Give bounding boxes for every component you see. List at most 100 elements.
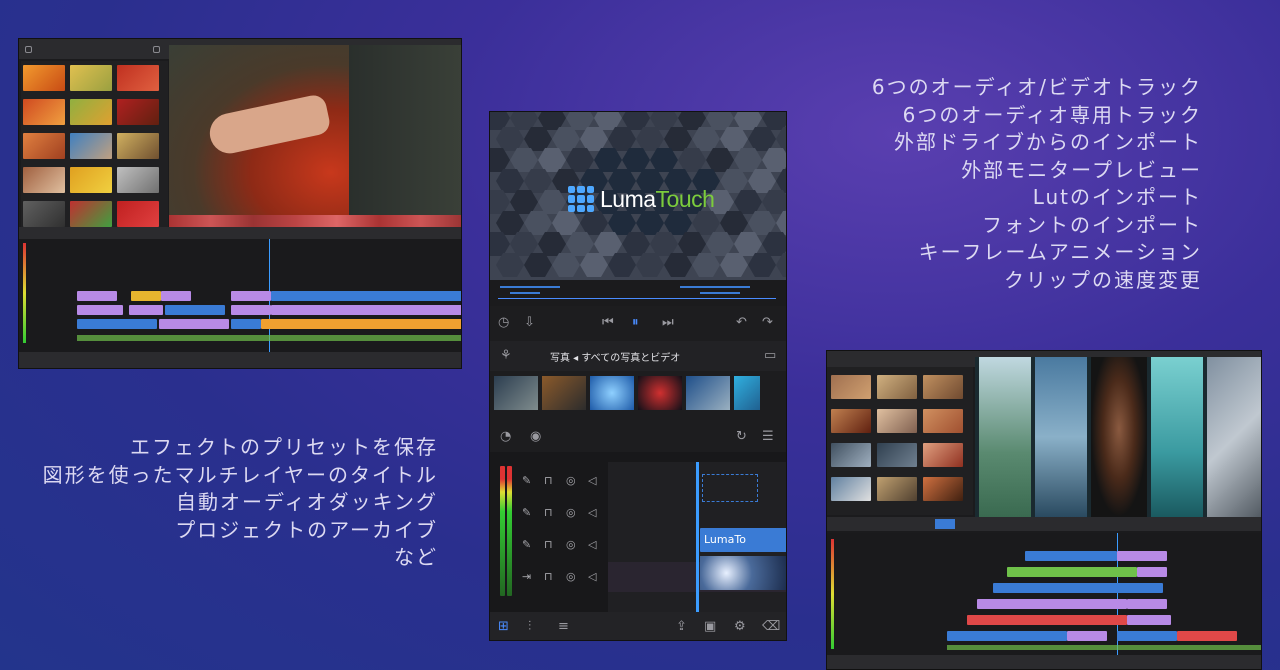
refresh-icon[interactable]: ↻: [736, 430, 747, 443]
media-thumb[interactable]: [877, 477, 917, 501]
media-thumb[interactable]: [831, 375, 871, 399]
skip-back-icon[interactable]: ⏮: [602, 316, 614, 329]
timeline-clip[interactable]: [131, 291, 161, 301]
timeline-clip[interactable]: [1067, 631, 1107, 641]
tracks-icon[interactable]: ⫶: [528, 620, 531, 633]
media-thumb[interactable]: [831, 477, 871, 501]
timeline-clip[interactable]: [129, 305, 163, 315]
media-thumb[interactable]: [877, 375, 917, 399]
media-source-title[interactable]: 写真 ◂ すべての写真とビデオ: [550, 349, 680, 364]
eye-icon[interactable]: ◎: [566, 570, 576, 583]
media-thumb[interactable]: [117, 133, 159, 159]
play-icon[interactable]: ⏸: [632, 316, 639, 329]
timeline-clip[interactable]: [231, 319, 261, 329]
speaker-icon[interactable]: ◁: [588, 506, 596, 519]
timeline-clip[interactable]: [977, 599, 1127, 609]
media-thumb[interactable]: [70, 201, 112, 227]
media-thumb[interactable]: [734, 376, 760, 410]
back-icon[interactable]: [25, 46, 32, 53]
timeline-clip[interactable]: [161, 291, 191, 301]
lock-icon[interactable]: ⊓: [544, 506, 553, 519]
preview-viewer[interactable]: LumaTouch: [490, 112, 786, 280]
timeline-clip[interactable]: [1025, 551, 1117, 561]
list-icon[interactable]: ≡: [558, 620, 569, 633]
timeline-clip[interactable]: [261, 319, 461, 329]
timeline-clip[interactable]: [967, 615, 1127, 625]
timeline-clip[interactable]: [993, 583, 1163, 593]
playhead[interactable]: [696, 462, 699, 612]
media-thumb[interactable]: [877, 443, 917, 467]
media-thumb[interactable]: [23, 167, 65, 193]
media-thumb[interactable]: [23, 99, 65, 125]
timeline-clip[interactable]: [1137, 567, 1167, 577]
media-thumb[interactable]: [70, 99, 112, 125]
menu-icon[interactable]: ☰: [762, 430, 774, 443]
media-thumb[interactable]: [686, 376, 730, 410]
speaker-icon[interactable]: ◁: [588, 538, 596, 551]
media-thumb[interactable]: [70, 167, 112, 193]
media-thumb[interactable]: [923, 375, 963, 399]
media-thumb[interactable]: [542, 376, 586, 410]
edit-icon[interactable]: ✎: [522, 506, 531, 519]
scrub-bar[interactable]: [490, 280, 786, 306]
timeline-clip[interactable]: [947, 631, 1067, 641]
timeline-clip[interactable]: [165, 305, 225, 315]
media-thumb[interactable]: [877, 409, 917, 433]
media-thumb[interactable]: [23, 201, 65, 227]
media-thumb[interactable]: [638, 376, 682, 410]
timeline-clip[interactable]: [231, 305, 271, 315]
timeline-clip[interactable]: [271, 305, 461, 315]
media-thumb[interactable]: [23, 65, 65, 91]
eye-icon[interactable]: ◎: [566, 474, 576, 487]
video-clip[interactable]: [700, 556, 786, 590]
settings-icon[interactable]: ⚙: [734, 620, 746, 633]
lock-icon[interactable]: ⊓: [544, 474, 553, 487]
media-thumb[interactable]: [117, 201, 159, 227]
tab-active[interactable]: [935, 519, 955, 529]
mute-icon[interactable]: ⇥: [522, 570, 531, 583]
eye-icon[interactable]: ◎: [566, 506, 576, 519]
settings-icon[interactable]: [153, 46, 160, 53]
media-thumb[interactable]: [831, 443, 871, 467]
lock-icon[interactable]: ⊓: [544, 570, 553, 583]
media-thumb[interactable]: [923, 443, 963, 467]
timeline-clip[interactable]: [1127, 615, 1171, 625]
export-icon[interactable]: ⇩: [524, 316, 535, 329]
undo-icon[interactable]: ◷: [498, 316, 509, 329]
collapse-icon[interactable]: ▭: [764, 349, 776, 362]
timeline-clip[interactable]: [1127, 599, 1167, 609]
filmstrip[interactable]: [169, 215, 461, 227]
media-thumb[interactable]: [70, 133, 112, 159]
lock-icon[interactable]: ⊓: [544, 538, 553, 551]
undo-arrow-icon[interactable]: ↶: [736, 316, 747, 329]
speaker-icon[interactable]: ◁: [588, 570, 596, 583]
timeline-clip[interactable]: [77, 305, 123, 315]
timeline-clip[interactable]: [1117, 631, 1177, 641]
preview-viewer[interactable]: [975, 357, 1261, 517]
timeline-clip[interactable]: [159, 319, 229, 329]
timeline-clip[interactable]: [77, 291, 117, 301]
share-icon[interactable]: ⇪: [676, 620, 687, 633]
timeline-clip[interactable]: [1117, 551, 1167, 561]
timeline-view-icon[interactable]: ⊞: [498, 620, 509, 633]
edit-icon[interactable]: ✎: [522, 474, 531, 487]
media-thumb[interactable]: [117, 99, 159, 125]
record-icon[interactable]: ◉: [530, 430, 541, 443]
title-clip[interactable]: LumaTo: [700, 528, 786, 552]
timeline-clip[interactable]: [271, 291, 461, 301]
media-thumb[interactable]: [831, 409, 871, 433]
timeline-clip[interactable]: [1007, 567, 1137, 577]
eye-icon[interactable]: ◎: [566, 538, 576, 551]
media-thumb[interactable]: [117, 167, 159, 193]
timeline-clip[interactable]: [231, 291, 271, 301]
media-thumb[interactable]: [23, 133, 65, 159]
media-thumb[interactable]: [70, 65, 112, 91]
media-thumb[interactable]: [590, 376, 634, 410]
folder-icon[interactable]: ▣: [704, 620, 716, 633]
redo-icon[interactable]: ↷: [762, 316, 773, 329]
edit-icon[interactable]: ✎: [522, 538, 531, 551]
trash-icon[interactable]: ⌫: [762, 620, 780, 633]
timeline-clip[interactable]: [1177, 631, 1237, 641]
empty-clip-slot[interactable]: [702, 474, 758, 502]
skip-forward-icon[interactable]: ⏭: [662, 316, 674, 329]
